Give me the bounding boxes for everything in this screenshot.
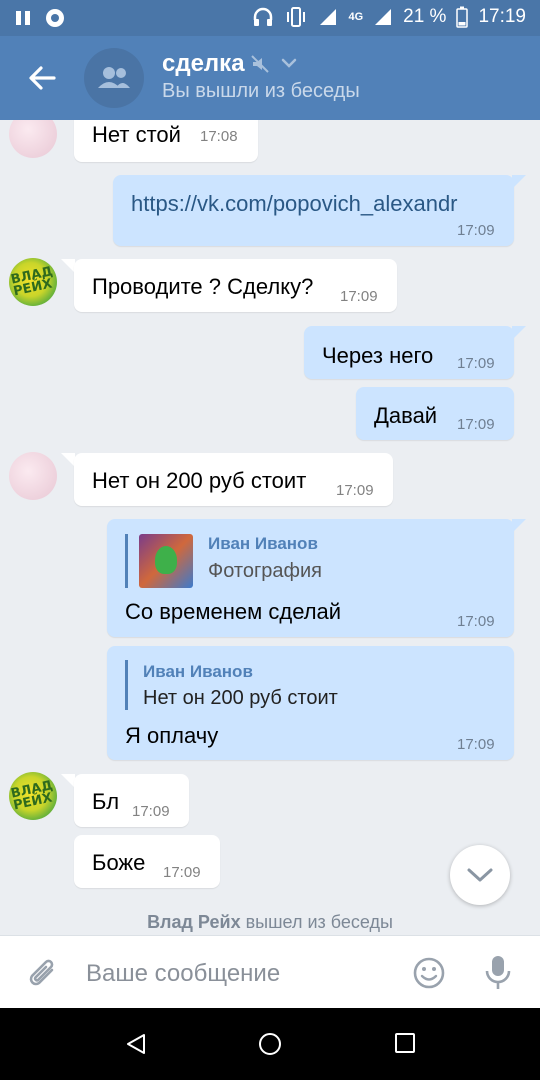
back-triangle-icon bbox=[127, 1034, 145, 1054]
avatar[interactable]: ВЛАД РЕЙХ bbox=[9, 772, 57, 820]
quote-text: Фотография bbox=[208, 560, 322, 582]
chevron-down-icon bbox=[467, 868, 493, 882]
avatar-text: ВЛАД РЕЙХ bbox=[9, 778, 55, 814]
message-text: Нет стой bbox=[92, 122, 181, 147]
nav-home[interactable] bbox=[258, 1032, 282, 1061]
nav-back[interactable] bbox=[124, 1032, 148, 1061]
message-outgoing[interactable]: Через него 17:09 bbox=[304, 326, 514, 379]
avatar-text: ВЛАД РЕЙХ bbox=[9, 264, 55, 300]
status-bar: 4G 21 % 17:19 bbox=[0, 0, 540, 36]
message-text: Боже bbox=[92, 850, 146, 875]
message-text: Со временем сделай bbox=[125, 599, 342, 624]
muted-icon bbox=[251, 55, 269, 73]
headphones-icon bbox=[254, 7, 273, 26]
message-link[interactable]: https://vk.com/popovich_alexandr bbox=[131, 191, 458, 217]
paperclip-icon[interactable] bbox=[26, 956, 60, 992]
message-incoming[interactable]: Нет он 200 руб стоит 17:09 bbox=[74, 453, 393, 506]
message-time: 17:09 bbox=[340, 288, 378, 305]
message-text: Нет он 200 руб стоит bbox=[92, 468, 307, 493]
message-outgoing[interactable]: https://vk.com/popovich_alexandr 17:09 bbox=[113, 175, 514, 246]
message-time: 17:09 bbox=[132, 803, 170, 820]
system-message: Влад Рейх вышел из беседы bbox=[0, 912, 540, 933]
bubble-tail bbox=[61, 259, 75, 273]
message-input[interactable]: Ваше сообщение bbox=[86, 960, 280, 988]
chat-title[interactable]: сделка bbox=[162, 50, 245, 78]
message-time: 17:09 bbox=[457, 222, 495, 239]
quote-author: Иван Иванов bbox=[143, 662, 253, 681]
system-message-action: вышел из беседы bbox=[245, 912, 393, 932]
bubble-tail bbox=[512, 326, 526, 340]
message-list[interactable]: Нет стой 17:08 https://vk.com/popovich_a… bbox=[0, 120, 540, 935]
message-time: 17:08 bbox=[200, 128, 238, 145]
bubble-tail bbox=[61, 453, 75, 467]
emoji-icon[interactable] bbox=[412, 956, 446, 990]
message-composer: Ваше сообщение bbox=[0, 935, 540, 1009]
reply-quote[interactable]: Иван Иванов Нет он 200 руб стоит bbox=[125, 660, 498, 710]
message-text: Я оплачу bbox=[125, 723, 219, 748]
message-text: Через него bbox=[322, 343, 434, 368]
message-time: 17:09 bbox=[457, 416, 495, 433]
avatar[interactable] bbox=[9, 120, 57, 158]
network-type: 4G bbox=[348, 11, 364, 23]
chat-subtitle: Вы вышли из беседы bbox=[162, 80, 360, 102]
clock: 17:19 bbox=[478, 6, 526, 27]
message-time: 17:09 bbox=[457, 355, 495, 372]
quote-author: Иван Иванов bbox=[208, 534, 318, 553]
message-outgoing-reply[interactable]: Иван Иванов Нет он 200 руб стоит Я оплач… bbox=[107, 646, 514, 760]
message-text: Давай bbox=[374, 403, 438, 428]
vibrate-icon bbox=[287, 7, 306, 27]
message-text: Бл bbox=[92, 789, 120, 814]
battery-percent: 21 % bbox=[403, 6, 447, 27]
message-incoming[interactable]: Бл 17:09 bbox=[74, 774, 189, 827]
photo-thumbnail[interactable] bbox=[139, 534, 193, 588]
avatar[interactable] bbox=[9, 452, 57, 500]
reply-quote[interactable]: Иван Иванов Фотография bbox=[125, 534, 322, 588]
recents-square-icon bbox=[395, 1033, 415, 1053]
message-time: 17:09 bbox=[163, 864, 201, 881]
notification-icon bbox=[46, 9, 64, 27]
bubble-tail bbox=[512, 175, 526, 189]
chat-avatar[interactable] bbox=[84, 48, 144, 108]
chevron-down-icon[interactable] bbox=[280, 56, 298, 70]
bubble-tail bbox=[61, 774, 75, 788]
microphone-icon[interactable] bbox=[484, 954, 512, 992]
avatar[interactable]: ВЛАД РЕЙХ bbox=[9, 258, 57, 306]
message-time: 17:09 bbox=[457, 613, 495, 630]
message-outgoing-reply[interactable]: Иван Иванов Фотография Со временем сдела… bbox=[107, 519, 514, 637]
pause-icon bbox=[16, 11, 30, 25]
message-time: 17:09 bbox=[336, 482, 374, 499]
nav-recents[interactable] bbox=[394, 1032, 416, 1059]
message-incoming[interactable]: Нет стой 17:08 bbox=[74, 120, 258, 162]
group-icon bbox=[98, 67, 130, 88]
signal-icon-2 bbox=[375, 9, 392, 25]
home-circle-icon bbox=[259, 1033, 281, 1055]
chat-header: сделка Вы вышли из беседы bbox=[0, 36, 540, 120]
message-incoming[interactable]: Проводите ? Сделку? 17:09 bbox=[74, 259, 397, 312]
bubble-tail bbox=[512, 519, 526, 533]
message-incoming[interactable]: Боже 17:09 bbox=[74, 835, 220, 888]
system-nav-bar bbox=[0, 1008, 540, 1080]
scroll-down-button[interactable] bbox=[450, 845, 510, 905]
quote-text: Нет он 200 руб стоит bbox=[143, 687, 338, 709]
message-text: Проводите ? Сделку? bbox=[92, 274, 314, 299]
message-time: 17:09 bbox=[457, 736, 495, 753]
signal-icon bbox=[320, 9, 337, 25]
message-outgoing[interactable]: Давай 17:09 bbox=[356, 387, 514, 440]
back-arrow-icon[interactable] bbox=[24, 60, 60, 96]
system-message-name[interactable]: Влад Рейх bbox=[147, 912, 241, 932]
battery-icon bbox=[456, 6, 469, 28]
